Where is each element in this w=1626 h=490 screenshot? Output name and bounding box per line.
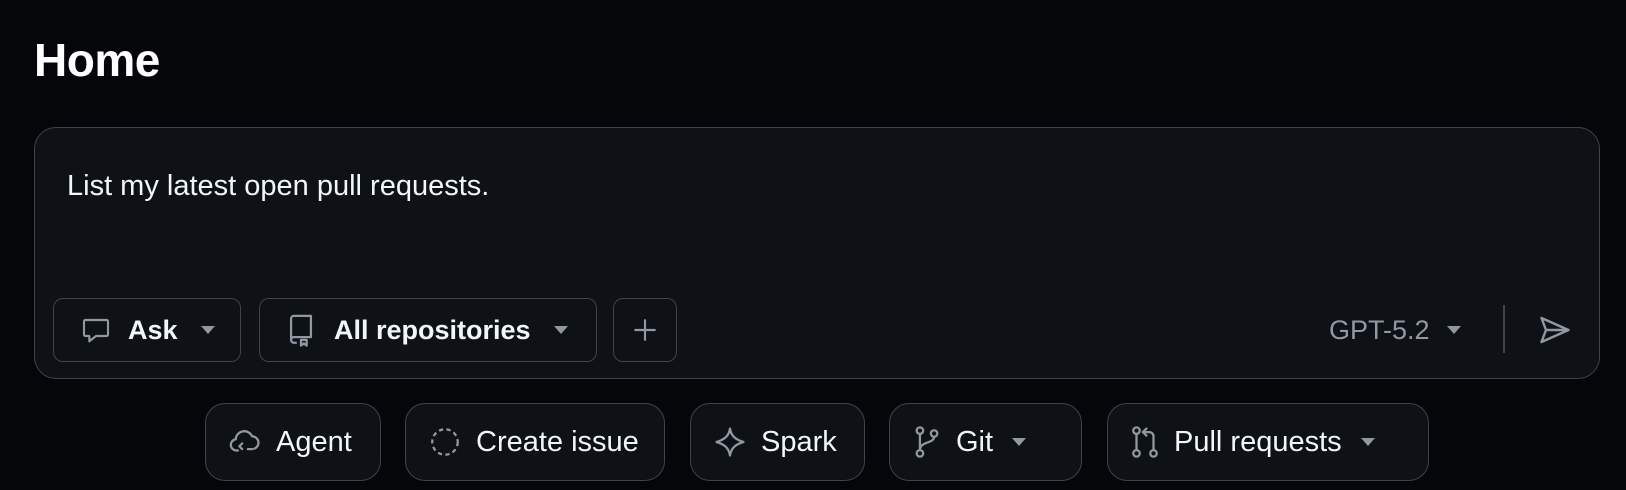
page-title: Home (34, 34, 160, 86)
chevron-down-icon (1011, 437, 1027, 447)
chip-label: Git (956, 425, 994, 458)
repository-label: All repositories (334, 314, 531, 345)
mode-label: Ask (128, 314, 178, 345)
issue-circle-icon (428, 425, 462, 459)
chip-label: Pull requests (1174, 425, 1342, 458)
chevron-down-icon (553, 325, 569, 335)
chip-label: Spark (761, 425, 837, 458)
chat-composer: Ask All repositories (34, 127, 1600, 379)
cloud-agent-icon (228, 425, 262, 459)
toolbar-divider (1503, 305, 1505, 353)
git-pull-request-icon (1130, 425, 1160, 459)
chip-label: Agent (276, 425, 352, 458)
create-issue-chip[interactable]: Create issue (405, 403, 665, 481)
model-select[interactable]: GPT-5.2 (1329, 298, 1462, 362)
chevron-down-icon (1446, 325, 1462, 335)
mode-select-button[interactable]: Ask (53, 298, 241, 362)
add-context-button[interactable] (613, 298, 677, 362)
prompt-input[interactable] (67, 166, 1547, 206)
suggestion-chips: Agent Create issue Spark Git Pull reques… (0, 403, 1626, 483)
chevron-down-icon (200, 325, 216, 335)
model-label: GPT-5.2 (1329, 314, 1430, 345)
paper-airplane-icon (1537, 312, 1573, 348)
home-page: Home Ask All repositories (0, 0, 1626, 490)
comment-icon (80, 314, 112, 346)
chip-label: Create issue (476, 425, 639, 458)
repo-icon (286, 313, 316, 347)
git-chip[interactable]: Git (889, 403, 1082, 481)
repository-select-button[interactable]: All repositories (259, 298, 597, 362)
git-branch-icon (912, 425, 942, 459)
plus-icon (632, 317, 658, 343)
pull-requests-chip[interactable]: Pull requests (1107, 403, 1429, 481)
spark-chip[interactable]: Spark (690, 403, 865, 481)
agent-chip[interactable]: Agent (205, 403, 381, 481)
send-button[interactable] (1529, 304, 1581, 356)
chevron-down-icon (1360, 437, 1376, 447)
sparkle-icon (713, 425, 747, 459)
